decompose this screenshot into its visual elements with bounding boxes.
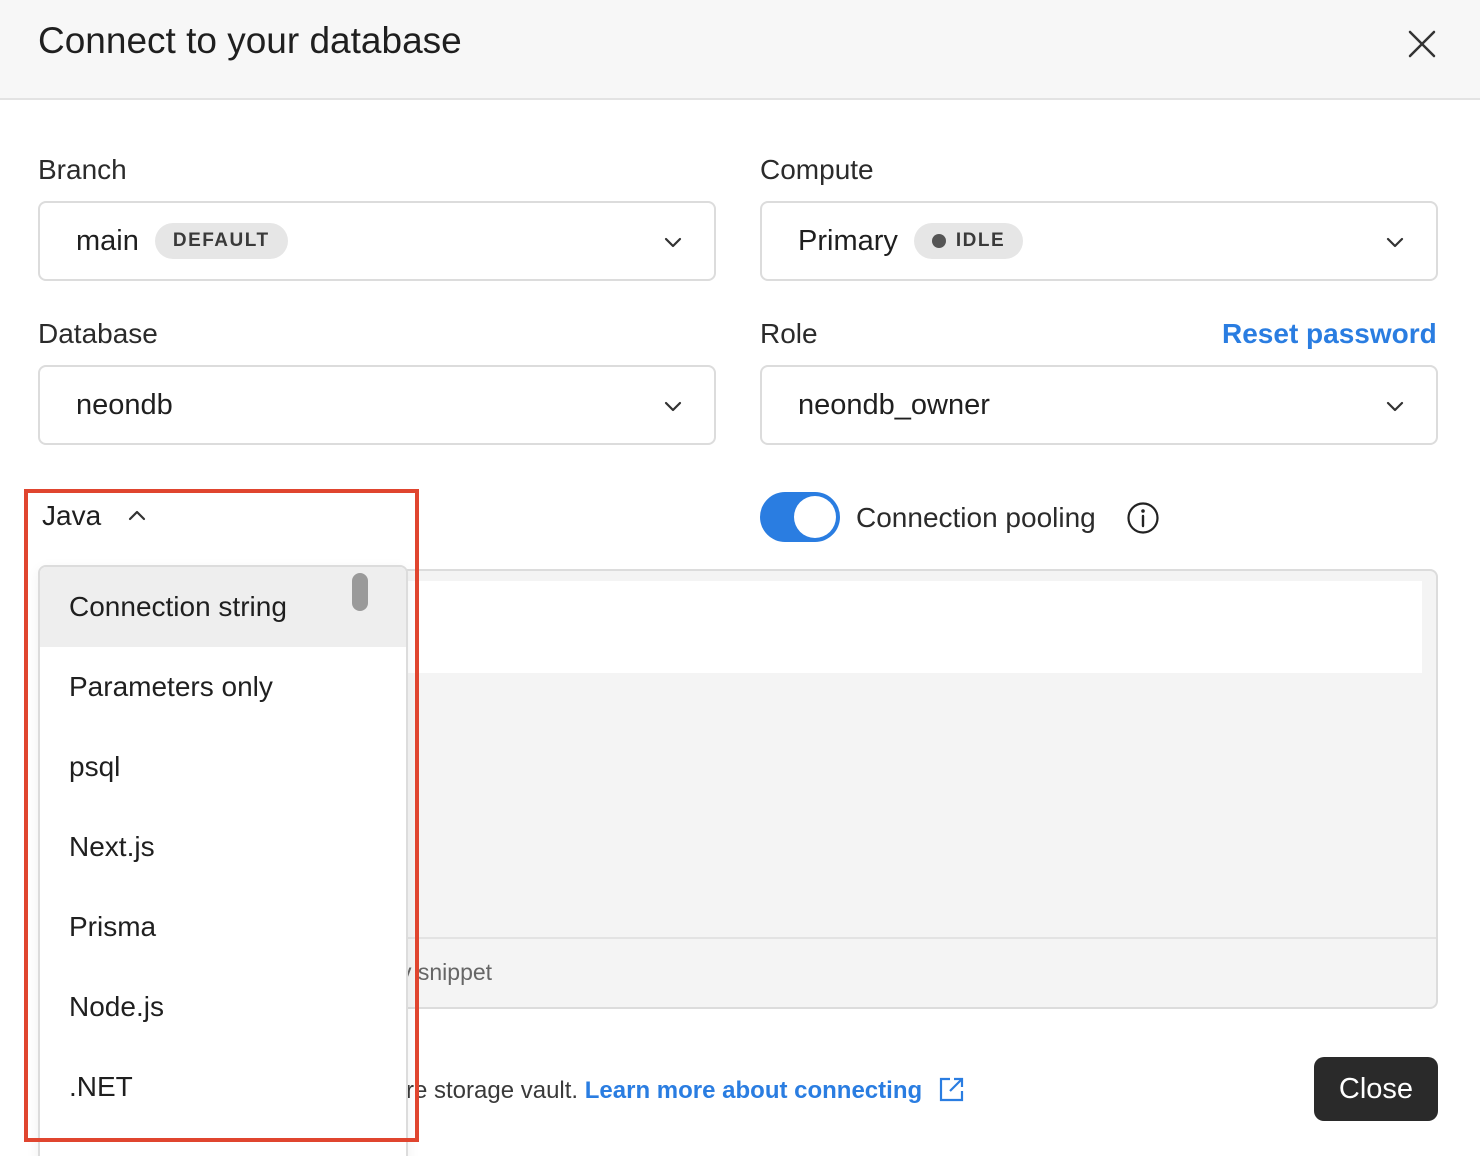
dialog-title: Connect to your database bbox=[38, 20, 462, 61]
option-parameters-only[interactable]: Parameters only bbox=[40, 647, 406, 727]
external-link-icon[interactable] bbox=[937, 1074, 967, 1104]
status-badge: IDLE bbox=[913, 223, 1024, 259]
chevron-down-icon bbox=[1386, 237, 1404, 248]
footer-note: re storage vault. Learn more about conne… bbox=[406, 1074, 967, 1105]
chevron-down-icon bbox=[664, 237, 682, 248]
close-icon[interactable] bbox=[1402, 24, 1442, 64]
dropdown-scrollbar[interactable] bbox=[352, 573, 368, 611]
compute-label: Compute bbox=[760, 154, 874, 185]
status-dot-icon bbox=[931, 234, 946, 248]
default-badge: DEFAULT bbox=[154, 223, 288, 259]
branch-value: main bbox=[76, 224, 139, 257]
chevron-up-icon bbox=[129, 510, 146, 521]
code-snippet-panel: y snippet bbox=[398, 569, 1438, 1009]
chevron-down-icon bbox=[664, 401, 682, 412]
copy-snippet-button[interactable]: y snippet bbox=[400, 959, 492, 986]
role-value: neondb_owner bbox=[798, 388, 990, 421]
branch-select[interactable]: main DEFAULT bbox=[38, 201, 716, 281]
divider bbox=[400, 937, 1436, 939]
option-dotnet[interactable]: .NET bbox=[40, 1047, 406, 1127]
reset-password-link[interactable]: Reset password bbox=[1222, 318, 1437, 350]
option-psql[interactable]: psql bbox=[40, 727, 406, 807]
code-snippet[interactable] bbox=[400, 581, 1422, 673]
option-prisma[interactable]: Prisma bbox=[40, 887, 406, 967]
default-badge-text: DEFAULT bbox=[172, 230, 270, 251]
connection-pooling-label: Connection pooling bbox=[856, 502, 1096, 533]
footer-note-text: re storage vault. bbox=[406, 1077, 579, 1104]
option-nodejs[interactable]: Node.js bbox=[40, 967, 406, 1047]
compute-select[interactable]: Primary IDLE bbox=[760, 201, 1438, 281]
role-label: Role bbox=[760, 318, 818, 349]
info-icon[interactable] bbox=[1126, 501, 1160, 535]
learn-more-link[interactable]: Learn more about connecting bbox=[585, 1077, 922, 1104]
close-button[interactable]: Close bbox=[1314, 1057, 1438, 1121]
role-select[interactable]: neondb_owner bbox=[760, 365, 1438, 445]
connection-type-dropdown: Connection string Parameters only psql N… bbox=[38, 565, 408, 1156]
database-select[interactable]: neondb bbox=[38, 365, 716, 445]
database-label: Database bbox=[38, 318, 158, 349]
dialog-header: Connect to your database bbox=[0, 0, 1480, 100]
branch-label: Branch bbox=[38, 154, 127, 185]
compute-value: Primary bbox=[798, 224, 898, 257]
connection-type-value: Java bbox=[42, 500, 102, 531]
chevron-down-icon bbox=[1386, 401, 1404, 412]
connection-type-trigger[interactable]: Java bbox=[42, 500, 147, 532]
status-badge-text: IDLE bbox=[955, 230, 1006, 251]
toggle-knob bbox=[794, 496, 836, 538]
database-value: neondb bbox=[76, 388, 173, 421]
connection-pooling-toggle[interactable] bbox=[760, 492, 840, 542]
option-nextjs[interactable]: Next.js bbox=[40, 807, 406, 887]
